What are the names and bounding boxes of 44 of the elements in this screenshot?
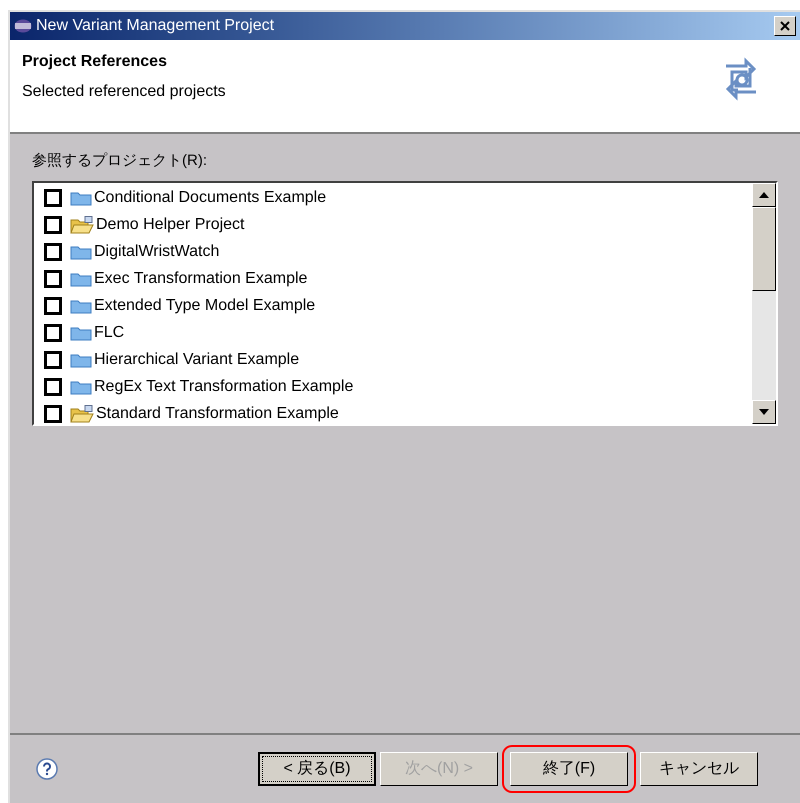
checkbox[interactable] — [44, 216, 62, 234]
dialog-button[interactable]: キャンセル — [640, 752, 758, 786]
up-arrow-icon — [759, 192, 769, 198]
checkbox[interactable] — [44, 297, 62, 315]
open-folder-icon — [70, 405, 94, 423]
window-title: New Variant Management Project — [36, 16, 276, 36]
project-name[interactable]: FLC — [94, 321, 124, 345]
folder-icon — [70, 379, 92, 395]
checkbox[interactable] — [44, 378, 62, 396]
checkbox[interactable] — [44, 189, 62, 207]
page-description: Selected referenced projects — [22, 82, 227, 102]
scrollbar[interactable] — [752, 182, 776, 424]
checkbox[interactable] — [44, 270, 62, 288]
dialog-button[interactable]: 終了(F) — [510, 752, 628, 786]
open-folder-icon — [70, 216, 94, 234]
project-name[interactable]: DigitalWristWatch — [94, 240, 220, 264]
project-name[interactable]: Exec Transformation Example — [94, 267, 308, 291]
project-name[interactable]: Standard Transformation Example — [96, 402, 339, 424]
project-name[interactable]: Conditional Documents Example — [94, 186, 326, 210]
scroll-down-button[interactable] — [752, 400, 776, 424]
checkbox[interactable] — [44, 351, 62, 369]
folder-icon — [70, 352, 92, 368]
project-name[interactable]: RegEx Text Transformation Example — [94, 375, 354, 399]
globe-icon — [14, 19, 32, 33]
down-arrow-icon — [759, 408, 769, 414]
dialog-button[interactable]: < 戻る(B) — [258, 752, 376, 786]
project-name[interactable]: Extended Type Model Example — [94, 294, 316, 318]
list-label: 参照するプロジェクト(R): — [32, 151, 208, 171]
checkbox[interactable] — [44, 243, 62, 261]
scroll-thumb[interactable] — [752, 206, 776, 290]
help-icon[interactable] — [36, 758, 58, 780]
close-icon — [779, 20, 791, 32]
checkbox[interactable] — [44, 405, 62, 423]
folder-icon — [70, 298, 92, 314]
folder-icon — [70, 325, 92, 341]
project-name[interactable]: Hierarchical Variant Example — [94, 348, 300, 372]
folder-icon — [70, 244, 92, 260]
folder-icon — [70, 271, 92, 287]
project-name[interactable]: Demo Helper Project — [96, 213, 244, 237]
close-button[interactable] — [774, 16, 796, 36]
folder-icon — [70, 190, 92, 206]
checkbox[interactable] — [44, 324, 62, 342]
scroll-up-button[interactable] — [752, 182, 776, 206]
page-title: Project References — [22, 52, 168, 72]
